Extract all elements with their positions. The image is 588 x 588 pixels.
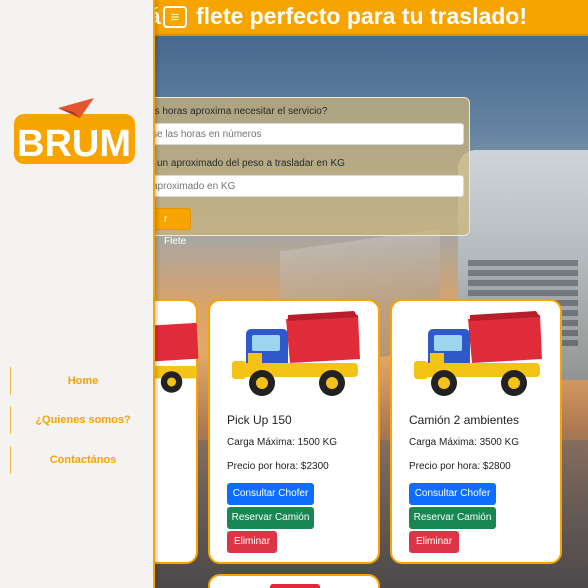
product-card: Pick Up 150 Carga Máxima: 1500 KG Precio… — [208, 299, 380, 564]
card-price: Precio por hora: $2800 — [409, 461, 511, 472]
page-headline: flete perfecto para tu traslado! — [196, 3, 528, 29]
dump-truck-image — [414, 311, 542, 396]
weight-label: un aproximado del peso a trasladar en KG — [157, 158, 345, 169]
sidebar-item-home[interactable]: Home — [10, 367, 155, 395]
hours-label: as horas aproxima necesitar el servicio? — [149, 106, 328, 117]
delete-button[interactable]: Eliminar — [227, 531, 277, 553]
product-card: Camión 2 ambientes Carga Máxima: 3500 KG… — [390, 299, 562, 564]
weight-input[interactable] — [131, 175, 464, 197]
consult-driver-button[interactable]: Consultar Chofer — [409, 483, 496, 505]
menu-toggle-button[interactable]: ≡ — [163, 6, 187, 28]
hamburger-icon: ≡ — [170, 8, 180, 26]
card-price: Precio por hora: $2300 — [227, 461, 329, 472]
sidebar-item-contact[interactable]: Contactános — [10, 446, 155, 474]
brum-logo[interactable]: BRUM — [14, 98, 135, 164]
reserve-truck-button[interactable]: Reservar Camión — [227, 507, 314, 529]
card-capacity: Carga Máxima: 3500 KG — [409, 437, 520, 448]
dump-truck-image — [270, 584, 320, 588]
reserve-truck-button[interactable]: Reservar Camión — [409, 507, 496, 529]
consult-driver-button[interactable]: Consultar Chofer — [227, 483, 314, 505]
product-card-next — [208, 574, 380, 588]
hours-input[interactable] — [131, 123, 464, 145]
svg-text:BRUM: BRUM — [17, 123, 131, 164]
quote-form: as horas aproxima necesitar el servicio?… — [130, 97, 470, 247]
card-capacity: Carga Máxima: 1500 KG — [227, 437, 338, 448]
sidebar-item-about[interactable]: ¿Quienes somos? — [10, 406, 155, 434]
sidebar: BRUM Home ¿Quienes somos? Contactános — [0, 0, 155, 588]
delete-button[interactable]: Eliminar — [409, 531, 459, 553]
card-title: Pick Up 150 — [227, 413, 292, 427]
card-title: Camión 2 ambientes — [409, 413, 520, 427]
dump-truck-image — [232, 311, 360, 396]
